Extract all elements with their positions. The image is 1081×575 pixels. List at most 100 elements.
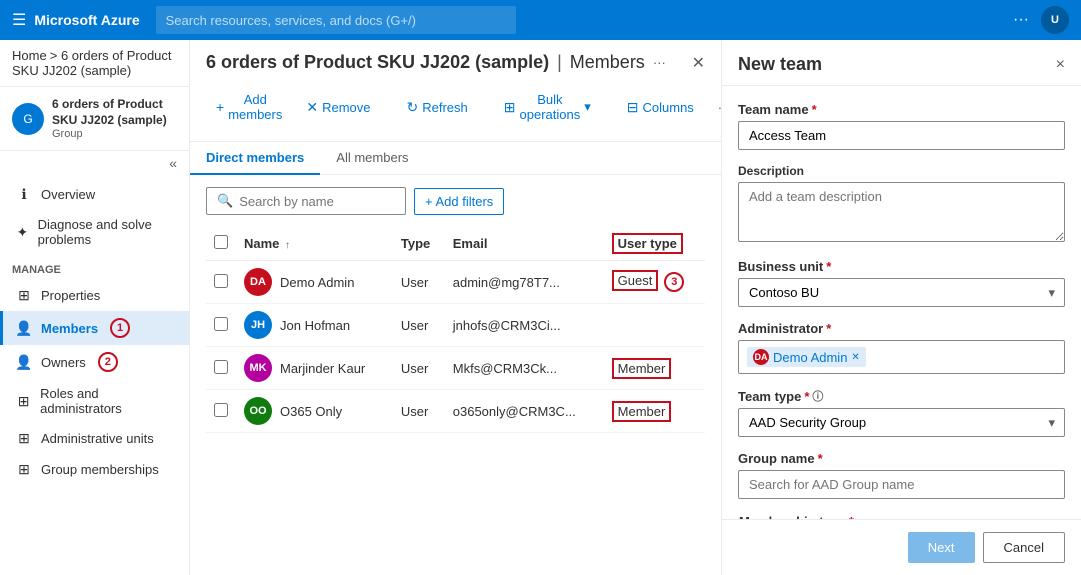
refresh-button[interactable]: ↻ Refresh [397,94,478,121]
more-toolbar-button[interactable]: ··· [708,95,721,120]
add-icon: + [216,99,224,115]
admin-avatar: DA [753,349,769,365]
info-icon[interactable]: ⓘ [812,388,823,404]
administrator-tag-input[interactable]: DA Demo Admin ✕ [738,340,1065,374]
row-checkbox[interactable] [214,274,228,288]
required-indicator: * [812,102,817,117]
type-column-header[interactable]: Type [393,227,445,261]
user-avatar: MK [244,354,272,382]
description-textarea[interactable] [738,182,1065,242]
user-avatar: JH [244,311,272,339]
entity-subtitle: Group [52,128,177,140]
columns-icon: ⊟ [627,99,639,116]
team-type-group: Team type * ⓘ AAD Security Group ▾ [738,388,1065,437]
business-unit-label: Business unit * [738,259,1065,274]
breadcrumb-home[interactable]: Home [12,48,47,63]
user-name: Jon Hofman [280,318,350,333]
type-cell: User [393,390,445,433]
email-cell: admin@mg78T7... [445,261,604,304]
team-type-label: Team type * ⓘ [738,388,1065,404]
sidebar-item-members[interactable]: 👤 Members 1 [0,311,189,345]
global-search-input[interactable] [156,6,516,34]
user-type-cell: Member [604,390,705,433]
add-members-button[interactable]: + Add members [206,87,292,127]
remove-button[interactable]: ✕ Remove [296,94,380,121]
add-filter-button[interactable]: + Add filters [414,188,504,215]
info-icon: ℹ [15,186,33,203]
user-type-column-header[interactable]: User type [604,227,705,261]
row-checkbox-cell [206,304,236,347]
breadcrumb[interactable]: Home > 6 orders of Product SKU JJ202 (sa… [0,40,189,87]
group-name-input[interactable] [738,470,1065,499]
user-avatar: DA [244,268,272,296]
user-type-cell [604,304,705,347]
user-avatar[interactable]: U [1041,6,1069,34]
more-options-icon[interactable]: ··· [1013,11,1029,29]
team-name-group: Team name * [738,102,1065,150]
entity-info: 6 orders of Product SKU JJ202 (sample) G… [52,97,177,140]
team-type-select[interactable]: AAD Security Group [738,408,1065,437]
sidebar-item-label: Overview [41,187,95,202]
select-all-checkbox[interactable] [214,235,228,249]
content-more-icon[interactable]: ··· [653,55,666,70]
content-tabs: Direct members All members [190,142,721,175]
content-close-button[interactable]: ✕ [692,53,705,73]
name-cell: JH Jon Hofman [236,304,393,347]
content-header: 6 orders of Product SKU JJ202 (sample) |… [190,40,721,142]
sidebar-item-label: Administrative units [41,431,154,446]
name-cell: OO O365 Only [236,390,393,433]
bulk-ops-label: Bulk operations [520,92,581,122]
columns-button[interactable]: ⊟ Columns [617,94,704,121]
team-type-select-wrapper: AAD Security Group ▾ [738,408,1065,437]
table-row: DA Demo Admin User admin@mg78T7... Guest… [206,261,705,304]
sidebar-collapse-button[interactable]: « [0,151,189,175]
sidebar-item-group-memberships[interactable]: ⊞ Group memberships [0,454,189,485]
content-area: 6 orders of Product SKU JJ202 (sample) |… [190,40,721,575]
email-column-header[interactable]: Email [445,227,604,261]
admin-units-icon: ⊞ [15,430,33,447]
business-unit-select[interactable]: Contoso BU [738,278,1065,307]
row-checkbox[interactable] [214,360,228,374]
chevron-down-icon: ▾ [584,99,591,115]
tab-direct-members[interactable]: Direct members [190,142,320,175]
sidebar-item-admin-units[interactable]: ⊞ Administrative units [0,423,189,454]
email-cell: Mkfs@CRM3Ck... [445,347,604,390]
user-name: O365 Only [280,404,342,419]
team-name-input[interactable] [738,121,1065,150]
sidebar-item-owners[interactable]: 👤 Owners 2 [0,345,189,379]
sidebar-item-label: Properties [41,288,100,303]
sidebar-item-diagnose[interactable]: ✦ Diagnose and solve problems [0,210,189,254]
row-checkbox[interactable] [214,403,228,417]
sidebar-item-overview[interactable]: ℹ Overview [0,179,189,210]
content-title-separator: | [557,52,562,73]
sidebar-item-roles[interactable]: ⊞ Roles and administrators [0,379,189,423]
cancel-button[interactable]: Cancel [983,532,1065,563]
user-type-cell: Member [604,347,705,390]
user-avatar: OO [244,397,272,425]
bulk-operations-button[interactable]: ⊞ Bulk operations ▾ [494,87,601,127]
name-column-header[interactable]: Name ↑ [236,227,393,261]
email-cell: jnhofs@CRM3Ci... [445,304,604,347]
search-box[interactable]: 🔍 [206,187,406,215]
roles-icon: ⊞ [15,393,32,410]
sidebar-item-label: Owners [41,355,86,370]
administrator-tag: DA Demo Admin ✕ [747,347,866,367]
sidebar-item-properties[interactable]: ⊞ Properties [0,280,189,311]
user-type-value: Guest [612,270,659,291]
search-input[interactable] [239,194,395,209]
administrator-search-input[interactable] [870,350,1056,365]
top-nav-right: ··· U [1013,6,1069,34]
panel-title: New team [738,54,822,75]
panel-close-button[interactable]: × [1056,56,1065,74]
content-title-prefix: 6 orders of Product SKU JJ202 (sample) [206,52,549,73]
table-row: JH Jon Hofman User jnhofs@CRM3Ci... [206,304,705,347]
user-type-cell: Guest3 [604,261,705,304]
hamburger-icon[interactable]: ☰ [12,10,26,30]
tag-remove-icon[interactable]: ✕ [851,352,859,363]
required-indicator: * [804,389,809,404]
group-name-label: Group name * [738,451,1065,466]
sidebar-item-label: Members [41,321,98,336]
next-button[interactable]: Next [908,532,975,563]
row-checkbox[interactable] [214,317,228,331]
tab-all-members[interactable]: All members [320,142,424,175]
